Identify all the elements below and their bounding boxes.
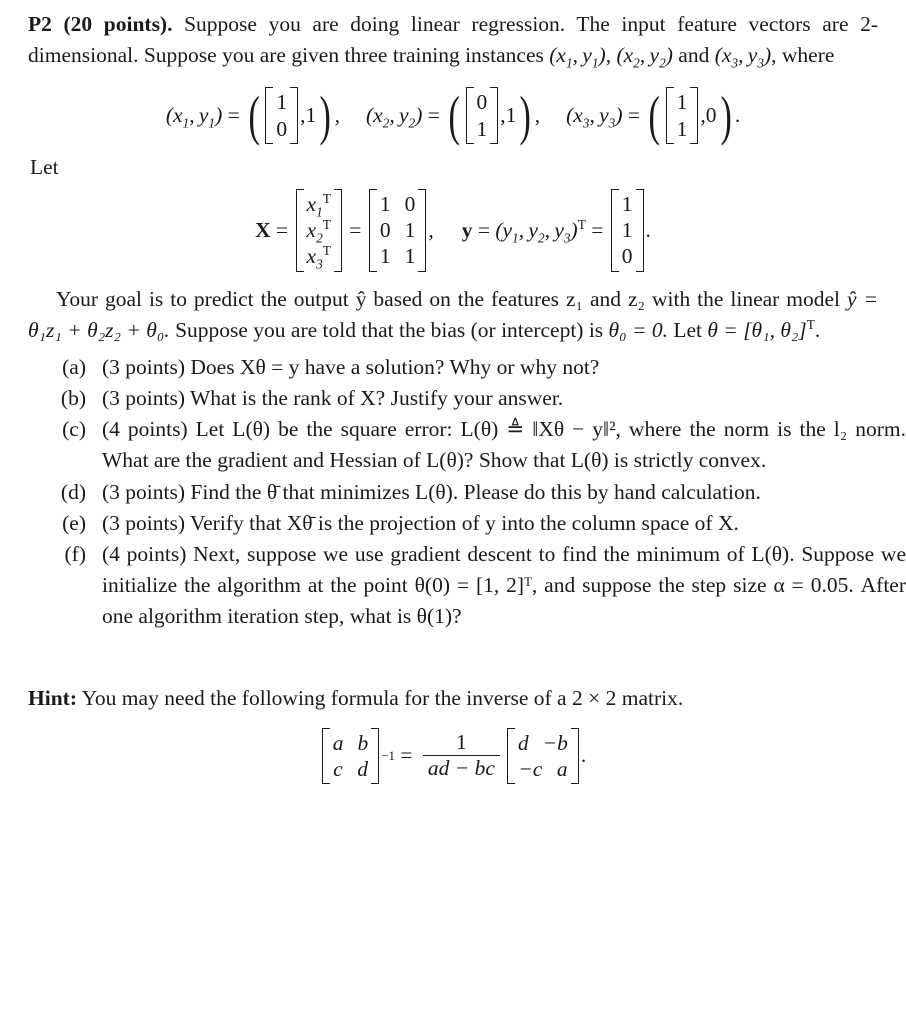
goal-bias-lead: (or intercept) is [470,317,604,342]
X-equals-sign: = [349,217,362,242]
hint-fraction-numerator: 1 [455,729,467,754]
goal-line1: Your goal is to predict the output ŷ bas… [56,286,691,311]
problem-intro-line3-suffix: , where [771,43,835,68]
y-trailing-period: . [645,217,651,242]
instance-3-trailing: . [734,102,741,127]
hint-fraction-denominator: ad − bc [422,755,500,781]
document-page: P2 (20 points). Suppose you are doing li… [0,9,906,1033]
instance-1-vector: 1 0 [265,87,299,144]
y-definition: y = (y1, y2, y3)T = 1 1 0 . [461,188,651,272]
X-trailing-comma: , [428,217,434,242]
X-row-symbol-matrix: x1T x2T x3T [295,188,342,272]
problem-intro-line1: Suppose you are doing linear regression.… [184,12,737,36]
matrix-inverse-formula: ab cd −1 = 1 ad − bc d −b −c a . [0,727,906,785]
goal-let-word: Let [673,317,702,342]
question-text-a: (3 points) Does Xθ = y have a solution? … [102,354,600,379]
hint-fraction: 1 ad − bc [422,729,500,781]
hint-label: Hint: [28,685,77,710]
X-numeric-matrix: 10 01 11 [368,188,427,272]
training-instances-equation: (x1, y1) = ( 1 0 ,1 ) , (x2, y2) = ( 0 1… [0,84,906,146]
hint-paragraph: Hint: You may need the following formula… [28,683,878,714]
hint-trailing-period: . [580,743,587,768]
hint-matrix-abcd: ab cd [321,727,380,785]
question-label-a: (a) [62,354,86,379]
question-label-b: (b) [60,386,86,411]
goal-line2b: Suppose you are told that the bias [175,317,466,342]
instance-symbols-inline: (x1, y1), (x2, y2) and (x3, y3) [549,40,771,71]
instance-3-vector: 1 1 [665,87,699,144]
goal-model-lead: the linear model [697,286,841,311]
instance-2: (x2, y2) = ( 0 1 ,1 ) , [365,84,541,146]
goal-paragraph: Your goal is to predict the output ŷ bas… [28,286,879,342]
question-text-d: (3 points) Find the θ̄ that minimizes L(… [102,479,761,504]
question-label-c: (c) [62,417,86,442]
instance-2-scalar: 1 [505,102,517,127]
hint-adjugate-matrix: d −b −c a [506,727,579,785]
question-item-c: (c) (4 points) Let L(θ) be the square er… [40,414,906,476]
problem-intro-paragraph: P2 (20 points). Suppose you are doing li… [28,9,878,71]
problem-statement-block: P2 (20 points). Suppose you are doing li… [28,9,878,71]
question-item-e: (e) (3 points) Verify that Xθ̄ is the pr… [40,508,906,539]
question-text-c: (4 points) Let L(θ) be the square error:… [102,417,906,473]
instance-3: (x3, y3) = ( 1 1 ,0 ) . [566,84,741,146]
instance-2-vector: 0 1 [465,87,499,144]
design-matrix-equation: X = x1T x2T x3T = 10 01 11 , y = (y1, y2… [0,188,906,272]
goal-theta-definition: θ = [θ₁, θ₂] [707,317,807,342]
let-line: Let [30,154,59,179]
hint-equals-sign: = [400,743,413,768]
instance-1-scalar: 1 [305,102,317,127]
question-item-d: (d) (3 points) Find the θ̄ that minimize… [40,477,906,508]
question-label-d: (d) [60,479,86,504]
problem-label: P2 (20 points). [28,12,173,36]
instance-1: (x1, y1) = ( 1 0 ,1 ) , [165,84,340,146]
question-label-e: (e) [62,510,86,535]
question-item-f: (f) (4 points) Next, suppose we use grad… [40,539,906,633]
hint-block: Hint: You may need the following formula… [28,683,878,714]
goal-bias-expression: θ₀ = 0. [608,317,668,342]
y-transpose: T [577,216,586,232]
y-numeric-vector: 1 1 0 [610,188,644,272]
question-text-e: (3 points) Verify that Xθ̄ is the projec… [102,510,739,535]
instance-3-scalar: 0 [705,102,717,127]
question-item-a: (a) (3 points) Does Xθ = y have a soluti… [40,352,906,383]
and-word: and [678,43,710,68]
question-text-b: (3 points) What is the rank of X? Justif… [102,386,564,411]
goal-block: Your goal is to predict the output ŷ bas… [28,284,878,346]
question-item-b: (b) (3 points) What is the rank of X? Ju… [40,383,906,414]
question-label-f: (f) [64,541,86,566]
hint-text: You may need the following formula for t… [81,685,684,710]
question-text-f: (4 points) Next, suppose we use gradient… [102,541,906,629]
instance-1-trailing: , [334,102,340,127]
X-symbol: X [255,217,271,242]
question-list: (a) (3 points) Does Xθ = y have a soluti… [0,352,906,633]
X-definition: X = x1T x2T x3T = 10 01 11 , [255,188,434,272]
instance-2-trailing: , [534,102,541,127]
y-symbol: y [461,217,473,242]
y-tuple: (y1, y2, y3)T [495,216,586,245]
